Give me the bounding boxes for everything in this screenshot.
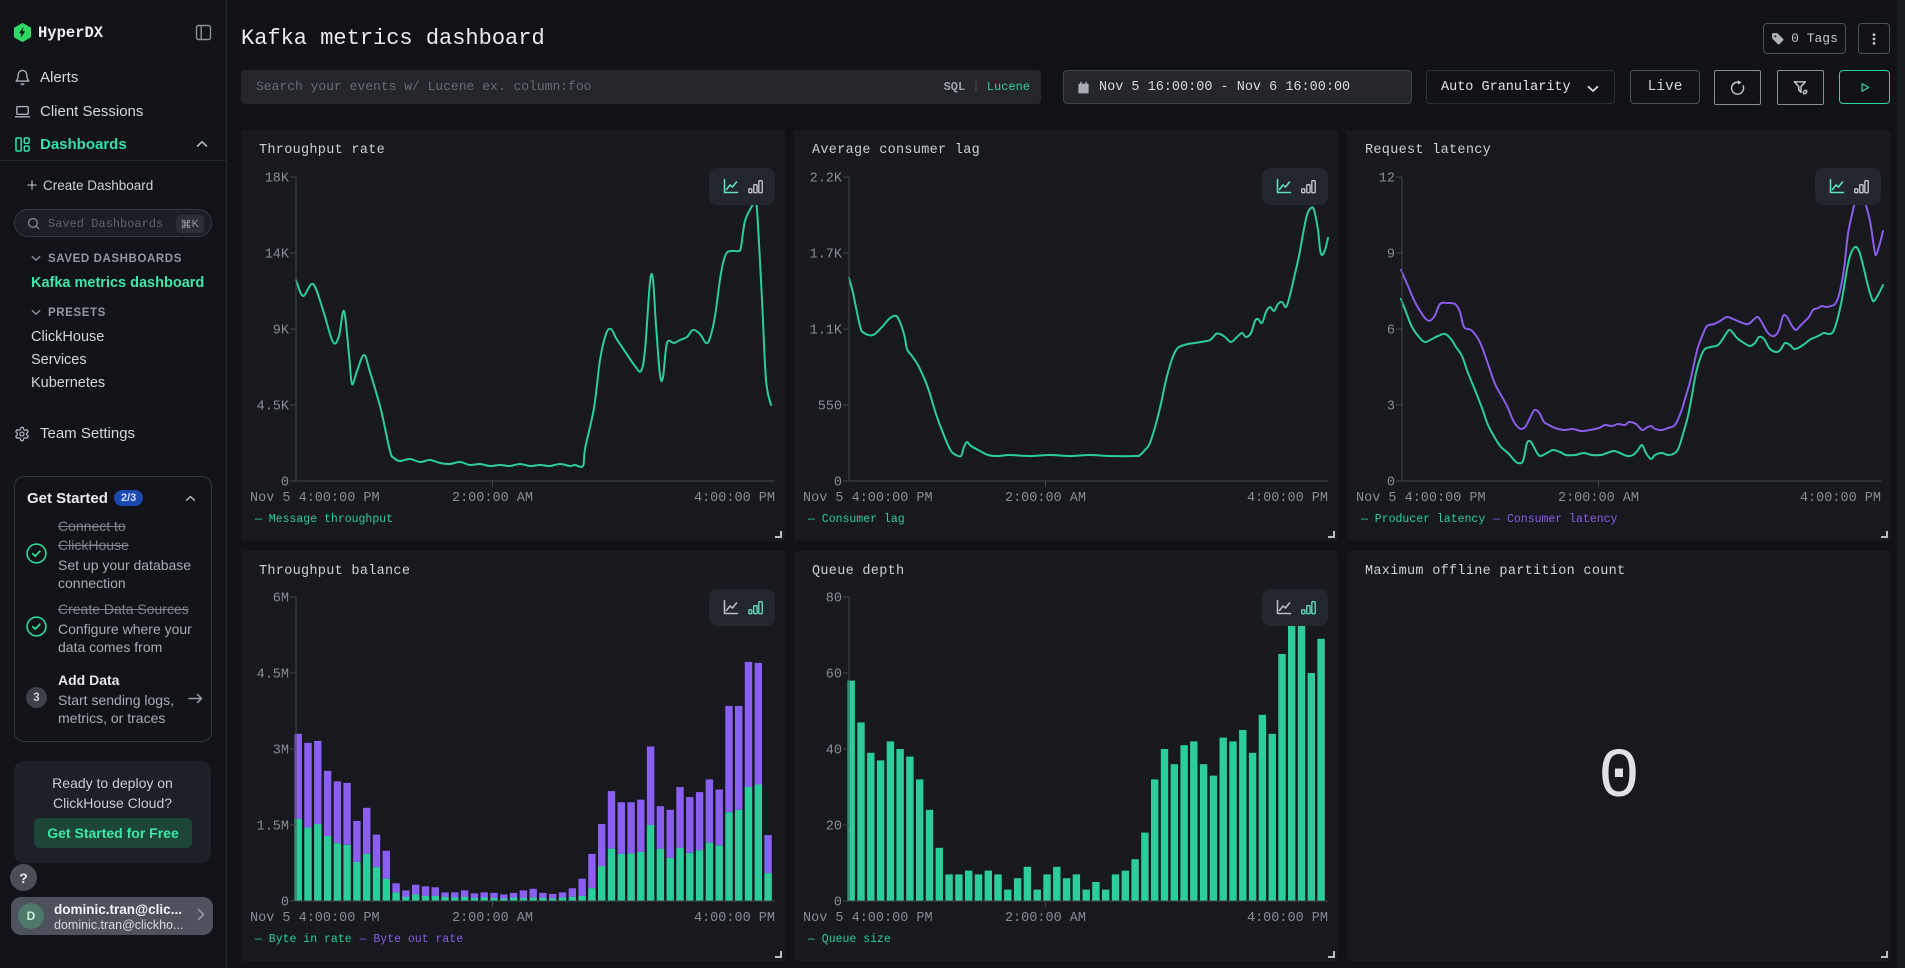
svg-text:1.1K: 1.1K <box>810 324 843 339</box>
svg-text:80: 80 <box>826 592 842 607</box>
svg-text:0: 0 <box>281 896 289 911</box>
svg-text:2:00:00 AM: 2:00:00 AM <box>452 911 533 926</box>
svg-text:— Byte out rate: — Byte out rate <box>359 933 464 946</box>
svg-text:1.5M: 1.5M <box>257 820 289 835</box>
svg-text:Nov 5 4:00:00 PM: Nov 5 4:00:00 PM <box>1356 491 1486 506</box>
svg-text:6M: 6M <box>273 592 289 607</box>
svg-text:4:00:00 PM: 4:00:00 PM <box>694 491 775 506</box>
svg-text:9: 9 <box>1387 248 1395 263</box>
svg-text:Nov 5 4:00:00 PM: Nov 5 4:00:00 PM <box>250 911 380 926</box>
svg-text:2:00:00 AM: 2:00:00 AM <box>452 491 533 506</box>
svg-text:14K: 14K <box>265 248 290 263</box>
svg-text:0: 0 <box>1387 476 1395 491</box>
svg-text:9K: 9K <box>273 324 290 339</box>
svg-text:4.5M: 4.5M <box>257 668 289 683</box>
svg-text:3M: 3M <box>273 744 289 759</box>
svg-text:— Consumer lag: — Consumer lag <box>807 513 905 526</box>
svg-text:2.2K: 2.2K <box>810 172 843 187</box>
svg-text:550: 550 <box>818 400 842 415</box>
svg-text:18K: 18K <box>265 172 290 187</box>
svg-text:Nov 5 4:00:00 PM: Nov 5 4:00:00 PM <box>803 911 933 926</box>
svg-text:0: 0 <box>834 476 842 491</box>
svg-text:1.7K: 1.7K <box>810 248 843 263</box>
svg-text:4:00:00 PM: 4:00:00 PM <box>1247 491 1328 506</box>
svg-text:4:00:00 PM: 4:00:00 PM <box>1800 491 1881 506</box>
svg-text:Nov 5 4:00:00 PM: Nov 5 4:00:00 PM <box>250 491 380 506</box>
svg-text:Nov 5 4:00:00 PM: Nov 5 4:00:00 PM <box>803 491 933 506</box>
svg-text:4:00:00 PM: 4:00:00 PM <box>1247 911 1328 926</box>
svg-text:0: 0 <box>281 476 289 491</box>
svg-text:— Byte in rate: — Byte in rate <box>254 933 352 946</box>
svg-text:— Producer latency: — Producer latency <box>1360 513 1485 526</box>
svg-text:2:00:00 AM: 2:00:00 AM <box>1005 911 1086 926</box>
svg-text:20: 20 <box>826 820 842 835</box>
svg-text:0: 0 <box>834 896 842 911</box>
svg-text:2:00:00 AM: 2:00:00 AM <box>1558 491 1639 506</box>
svg-text:3: 3 <box>1387 400 1395 415</box>
svg-text:— Message throughput: — Message throughput <box>254 513 393 526</box>
svg-text:60: 60 <box>826 668 842 683</box>
svg-text:— Consumer latency: — Consumer latency <box>1492 513 1617 526</box>
svg-text:2:00:00 AM: 2:00:00 AM <box>1005 491 1086 506</box>
svg-text:12: 12 <box>1379 172 1395 187</box>
svg-text:6: 6 <box>1387 324 1395 339</box>
svg-text:4:00:00 PM: 4:00:00 PM <box>694 911 775 926</box>
svg-text:4.5K: 4.5K <box>257 400 290 415</box>
svg-text:— Queue size: — Queue size <box>807 933 891 946</box>
svg-text:40: 40 <box>826 744 842 759</box>
